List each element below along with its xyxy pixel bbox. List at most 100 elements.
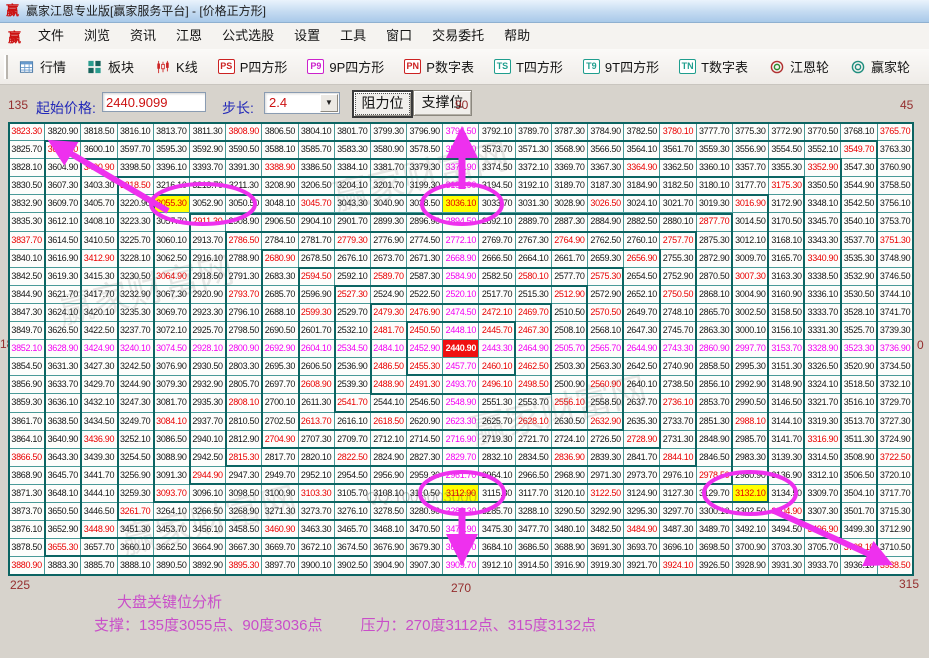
grid-cell: 3693.70	[624, 539, 660, 557]
grid-cell: 2954.50	[335, 467, 371, 485]
toolbar-item-9P四方形[interactable]: P99P四方形	[297, 57, 394, 76]
grid-cell: 3535.30	[841, 250, 877, 268]
grid-cell: 3777.70	[697, 123, 733, 141]
grid-cell: 3216.10	[154, 177, 190, 195]
grid-cell: 3758.50	[878, 177, 914, 195]
grid-cell: 2700.10	[262, 394, 298, 412]
grid-cell: 2990.50	[733, 394, 769, 412]
grid-cell: 2524.90	[371, 286, 407, 304]
toolbar-item-六角形[interactable]: 六角形	[920, 57, 929, 76]
grid-cell: 2901.70	[335, 213, 371, 231]
grid-cell: 2920.90	[190, 286, 226, 304]
grid-cell: 2805.70	[226, 376, 262, 394]
grid-cell: 3129.70	[697, 485, 733, 503]
grid-cell: 3357.70	[733, 159, 769, 177]
grid-cell: 3621.70	[45, 286, 81, 304]
menu-item-浏览[interactable]: 浏览	[74, 23, 120, 49]
menu-item-工具[interactable]: 工具	[330, 23, 376, 49]
toolbar-item-T四方形[interactable]: TST四方形	[484, 57, 573, 76]
menu-item-设置[interactable]: 设置	[284, 23, 330, 49]
grid-cell: 3115.30	[479, 485, 515, 503]
grid-cell: 2551.30	[479, 394, 515, 412]
toolbar-item-行情[interactable]: 行情	[8, 57, 76, 76]
menu-item-交易委托[interactable]: 交易委托	[422, 23, 494, 49]
grid-cell: 3868.90	[9, 467, 45, 485]
grid-cell: 2781.70	[299, 232, 335, 250]
p9-badge-icon: P9	[307, 59, 324, 74]
grid-cell: 2462.50	[516, 358, 552, 376]
grid-cell: 3703.30	[769, 539, 805, 557]
grid-cell: 2520.10	[443, 286, 479, 304]
menu-item-江恩[interactable]: 江恩	[166, 23, 212, 49]
grid-cell: 2985.70	[733, 431, 769, 449]
grid-cell: 3832.90	[9, 195, 45, 213]
grid-cell: 3516.10	[841, 394, 877, 412]
grid-cell: 3319.30	[805, 413, 841, 431]
grid-cell: 3542.50	[841, 195, 877, 213]
grid-cell: 3156.10	[769, 322, 805, 340]
grid-cell: 3780.10	[660, 123, 696, 141]
toolbar-item-P四方形[interactable]: PSP四方形	[208, 57, 298, 76]
grid-cell: 2932.90	[190, 376, 226, 394]
grid-cell: 3470.50	[407, 521, 443, 539]
grid-cell: 3751.30	[878, 232, 914, 250]
combo-dropdown-arrow-icon[interactable]: ▼	[320, 94, 338, 112]
menu-item-资讯[interactable]: 资讯	[120, 23, 166, 49]
grid-cell: 2980.90	[733, 467, 769, 485]
toolbar-item-P数字表[interactable]: PNP数字表	[394, 57, 484, 76]
toolbar-item-9T四方形[interactable]: T99T四方形	[573, 57, 669, 76]
toolbar-item-T数字表[interactable]: TNT数字表	[669, 57, 758, 76]
grid-cell: 2635.30	[624, 413, 660, 431]
grid-cell: 3240.10	[118, 340, 154, 358]
grid-cell: 2620.90	[407, 413, 443, 431]
grid-cell: 2800.90	[226, 340, 262, 358]
grid-cell: 3840.10	[9, 250, 45, 268]
grid-cell: 3540.10	[841, 213, 877, 231]
grid-cell: 3580.90	[371, 141, 407, 159]
grid-cell: 2844.10	[660, 449, 696, 467]
angle-label-225: 225	[10, 578, 30, 592]
grid-cell: 3307.30	[805, 503, 841, 521]
grid-cell: 3568.90	[552, 141, 588, 159]
menu-item-窗口[interactable]: 窗口	[376, 23, 422, 49]
toolbar-item-板块[interactable]: 板块	[76, 57, 144, 76]
toolbar-item-赢家轮[interactable]: 赢家轮	[839, 57, 920, 76]
resistance-button[interactable]: 阻力位	[352, 90, 413, 118]
grid-cell: 2796.10	[226, 304, 262, 322]
grid-cell: 3292.90	[588, 503, 624, 521]
start-price-input[interactable]	[102, 92, 206, 112]
grid-cell: 3837.70	[9, 232, 45, 250]
grid-cell: 2935.30	[190, 394, 226, 412]
grid-cell: 3763.30	[878, 141, 914, 159]
grid-cell: 3892.90	[190, 557, 226, 575]
menu-item-文件[interactable]: 文件	[28, 23, 74, 49]
grid-cell: 2786.50	[226, 232, 262, 250]
grid-cell: 2512.90	[552, 286, 588, 304]
toolbar-item-江恩轮[interactable]: 江恩轮	[758, 57, 839, 76]
menu-items: 文件浏览资讯江恩公式选股设置工具窗口交易委托帮助	[28, 23, 540, 49]
grid-cell: 3432.10	[81, 394, 117, 412]
grid-cell: 3645.70	[45, 467, 81, 485]
grid-cell: 3890.50	[154, 557, 190, 575]
grid-cell: 3552.10	[805, 141, 841, 159]
toolbar-item-K线[interactable]: K线	[144, 57, 208, 76]
grid-cell: 2587.30	[407, 268, 443, 286]
grid-cell: 3439.30	[81, 449, 117, 467]
grid-cell: 2500.90	[552, 376, 588, 394]
menu-item-公式选股[interactable]: 公式选股	[212, 23, 284, 49]
menu-item-帮助[interactable]: 帮助	[494, 23, 540, 49]
grid-cell: 3254.50	[118, 449, 154, 467]
grid-cell: 3804.10	[299, 123, 335, 141]
grid-cell: 2904.10	[299, 213, 335, 231]
grid-cell: 2683.30	[262, 268, 298, 286]
grid-cell: 2774.50	[407, 232, 443, 250]
grid-cell: 3412.90	[81, 250, 117, 268]
grid-cell: 2949.70	[262, 467, 298, 485]
grid-cell: 2599.30	[299, 304, 335, 322]
grid-cell: 3271.30	[262, 503, 298, 521]
grid-cell: 3283.30	[443, 503, 479, 521]
grid-cell: 3453.70	[154, 521, 190, 539]
step-combobox[interactable]: 2.4 ▼	[264, 92, 340, 114]
grid-cell: 2750.50	[660, 286, 696, 304]
grid-cell: 3172.90	[769, 195, 805, 213]
